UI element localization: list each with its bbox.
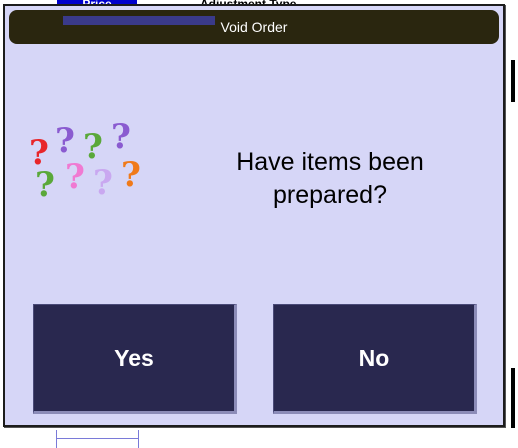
dialog-title-bar: Void Order (9, 10, 499, 44)
title-bar-ghost-tab (63, 16, 215, 25)
background-scroll-mark (511, 60, 515, 102)
yes-button[interactable]: Yes (33, 304, 237, 414)
background-grid-line (56, 430, 57, 448)
dialog-title: Void Order (220, 19, 288, 35)
question-mark-green: ? (83, 127, 103, 167)
question-marks-icon: ? ? ? ? ? ? ? ? (27, 120, 147, 214)
question-mark-orange: ? (121, 155, 141, 195)
dialog-message: Have items been prepared? (236, 148, 424, 209)
background-bottom-strip (0, 430, 518, 448)
question-mark-pink: ? (65, 157, 85, 197)
background-scroll-mark (511, 368, 515, 428)
yes-button-label: Yes (114, 344, 154, 371)
background-grid-line (56, 438, 138, 439)
question-mark-purple: ? (111, 117, 131, 157)
no-button-label: No (358, 344, 390, 371)
background-grid-line (138, 430, 139, 448)
question-mark-lavender: ? (93, 163, 113, 203)
question-mark-purple: ? (55, 121, 75, 161)
void-order-dialog: Void Order ? ? ? ? ? ? ? ? Have items be… (3, 4, 505, 427)
question-mark-green: ? (35, 165, 55, 205)
no-button[interactable]: No (273, 304, 477, 414)
